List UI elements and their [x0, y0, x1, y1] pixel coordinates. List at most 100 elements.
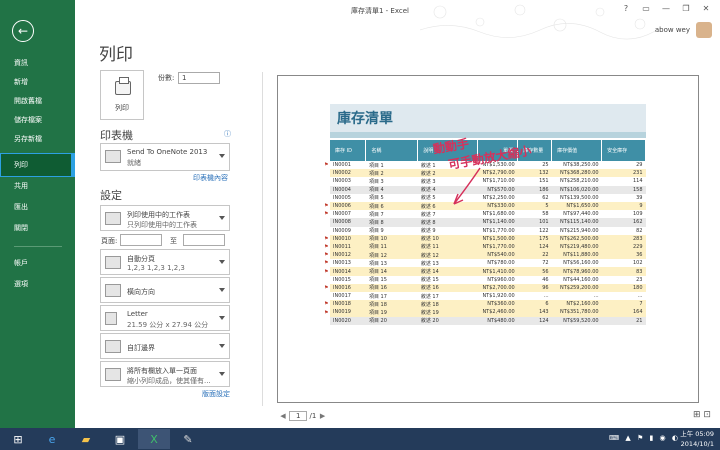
column-header: 名稱: [365, 140, 419, 161]
restore-icon[interactable]: ❐: [676, 2, 696, 16]
table-cell: 項目 9: [365, 226, 418, 235]
table-cell: 敘述 10: [417, 234, 478, 243]
sheet-title: 庫存清單: [337, 111, 393, 127]
collate-icon: [105, 256, 121, 269]
paint-icon[interactable]: ✎: [172, 429, 204, 449]
table-cell: 項目 14: [365, 267, 418, 276]
orientation-dropdown[interactable]: 橫向方向: [100, 277, 230, 303]
pages-from-input[interactable]: [120, 234, 162, 246]
app-icon[interactable]: ▣: [104, 429, 136, 449]
table-cell: 項目 2: [365, 169, 418, 178]
help-icon[interactable]: ?: [616, 2, 636, 16]
table-cell: 72: [517, 259, 552, 268]
sidebar-item-info[interactable]: 資訊: [0, 53, 75, 73]
annotation-line1: 動動手: [432, 135, 470, 156]
system-clock[interactable]: 上午 05:09 2014/10/1: [674, 429, 714, 449]
sidebar-item-export[interactable]: 匯出: [0, 197, 75, 217]
table-cell: NT$480.00: [477, 316, 518, 325]
avatar[interactable]: [696, 22, 712, 38]
printer-properties-link[interactable]: 印表機內容: [193, 173, 228, 183]
table-cell: 162: [601, 218, 646, 227]
table-cell: IN0004: [330, 185, 366, 194]
excel-icon[interactable]: X: [138, 429, 170, 449]
table-cell: IN0002: [330, 169, 366, 178]
table-cell: IN0014: [330, 267, 366, 276]
table-cell: 143: [517, 308, 552, 317]
table-cell: 敘述 15: [417, 275, 478, 284]
page-title: 列印: [99, 45, 133, 65]
collate-dropdown[interactable]: 自動分頁 1,2,3 1,2,3 1,2,3: [100, 249, 230, 275]
ribbon-display-icon[interactable]: ▭: [636, 2, 656, 16]
sidebar-item-share[interactable]: 共用: [0, 176, 75, 196]
pages-to-input[interactable]: [183, 234, 225, 246]
column-header: 庫存 ID: [330, 140, 367, 161]
copies-input[interactable]: 1: [178, 72, 220, 84]
internet-explorer-icon[interactable]: e: [36, 429, 68, 449]
table-row: IN0015 項目 15 敘述 15 NT$960.00 46 NT$44,160.00 2…: [330, 275, 646, 284]
sidebar-item-options[interactable]: 選項: [0, 274, 75, 294]
table-cell: 敘述 11: [417, 242, 478, 252]
table-cell: 175: [517, 234, 552, 243]
reorder-flag-icon: ⚑: [324, 244, 329, 250]
table-row: IN0017 項目 17 敘述 17 NT$1,920.00.........: [330, 292, 646, 301]
reorder-flag-icon: ⚑: [324, 162, 329, 168]
printer-dropdown[interactable]: Send To OneNote 2013 就緒: [100, 143, 230, 171]
margins-dropdown[interactable]: 自訂邊界: [100, 333, 230, 359]
table-cell: NT$56,160.00: [551, 259, 602, 268]
handwritten-annotation: 動動手 可手動放大縮小: [432, 135, 532, 205]
printer-heading: 印表機: [100, 129, 133, 142]
print-button[interactable]: 列印: [100, 70, 144, 120]
table-cell: ...: [517, 292, 552, 301]
sidebar-item-open[interactable]: 開啟舊檔: [0, 91, 75, 111]
backstage-sidebar: ← 資訊 新增 開啟舊檔 儲存檔案 另存新檔 列印 共用 匯出 關閉 帳戶 選項: [0, 0, 75, 428]
table-cell: 231: [601, 169, 646, 178]
clock-date: 2014/10/1: [680, 440, 714, 448]
zoom-to-page-icon[interactable]: ⊡: [703, 410, 711, 420]
table-cell: IN0011: [330, 242, 366, 252]
sidebar-item-new[interactable]: 新增: [0, 72, 75, 92]
sidebar-item-save[interactable]: 儲存檔案: [0, 110, 75, 130]
show-margins-icon[interactable]: ⊞: [693, 410, 701, 420]
minimize-icon[interactable]: —: [656, 2, 676, 16]
sidebar-item-save-as[interactable]: 另存新檔: [0, 129, 75, 149]
table-cell: NT$1,770.00: [477, 226, 518, 235]
paper-size-dropdown[interactable]: Letter 21.59 公分 x 27.94 公分: [100, 305, 230, 331]
system-tray[interactable]: ⌨ ▲ ⚑ ▮ ◉ ◐: [609, 434, 680, 442]
table-cell: IN0016: [330, 283, 366, 292]
chevron-down-icon: [219, 260, 225, 264]
reorder-flag-icon: ⚑: [324, 252, 329, 259]
table-cell: IN0013: [330, 259, 366, 268]
previous-page-icon[interactable]: ◀: [279, 412, 287, 420]
close-icon[interactable]: ✕: [696, 2, 716, 16]
print-button-label: 列印: [115, 104, 129, 112]
table-cell: 敘述 12: [417, 251, 478, 260]
table-row: IN0019 項目 19 敘述 19 NT$2,460.00 143 NT$351,780…: [330, 308, 646, 317]
page-setup-link[interactable]: 版面設定: [202, 389, 230, 399]
sidebar-item-account[interactable]: 帳戶: [0, 253, 75, 273]
reorder-flag-icon: ⚑: [324, 268, 329, 275]
sidebar-item-close[interactable]: 關閉: [0, 218, 75, 238]
table-cell: IN0020: [330, 316, 366, 325]
setting-desc: 21.59 公分 x 27.94 公分: [127, 321, 209, 329]
table-row: IN0014 項目 14 敘述 14 NT$1,410.00 56 NT$78,960.0…: [330, 267, 646, 276]
file-explorer-icon[interactable]: ▰: [70, 429, 102, 449]
reorder-flag-icon: ⚑: [324, 301, 329, 308]
next-page-icon[interactable]: ▶: [319, 412, 327, 420]
printer-name: Send To OneNote 2013: [127, 148, 208, 156]
current-page-input[interactable]: 1: [289, 411, 308, 421]
table-cell: NT$1,920.00: [477, 292, 518, 301]
table-cell: IN0008: [330, 218, 366, 227]
info-icon[interactable]: ⓘ: [224, 129, 231, 139]
table-cell: NT$262,500.00: [551, 234, 602, 243]
user-name[interactable]: abow wey: [655, 26, 690, 34]
scaling-dropdown[interactable]: 將所有欄放入單一頁面 縮小列印成品，使其僅有...: [100, 361, 230, 387]
print-what-dropdown[interactable]: 列印使用中的工作表 只列印使用中的工作表: [100, 205, 230, 231]
back-arrow-icon[interactable]: ←: [12, 20, 34, 42]
table-cell: IN0007: [330, 210, 366, 219]
windows-start-icon[interactable]: ⊞: [2, 429, 34, 449]
sidebar-item-print[interactable]: 列印: [0, 153, 75, 177]
pages-label: 頁面:: [101, 237, 118, 245]
table-cell: 36: [601, 251, 646, 260]
table-cell: 109: [601, 210, 646, 219]
table-cell: 22: [517, 251, 552, 260]
